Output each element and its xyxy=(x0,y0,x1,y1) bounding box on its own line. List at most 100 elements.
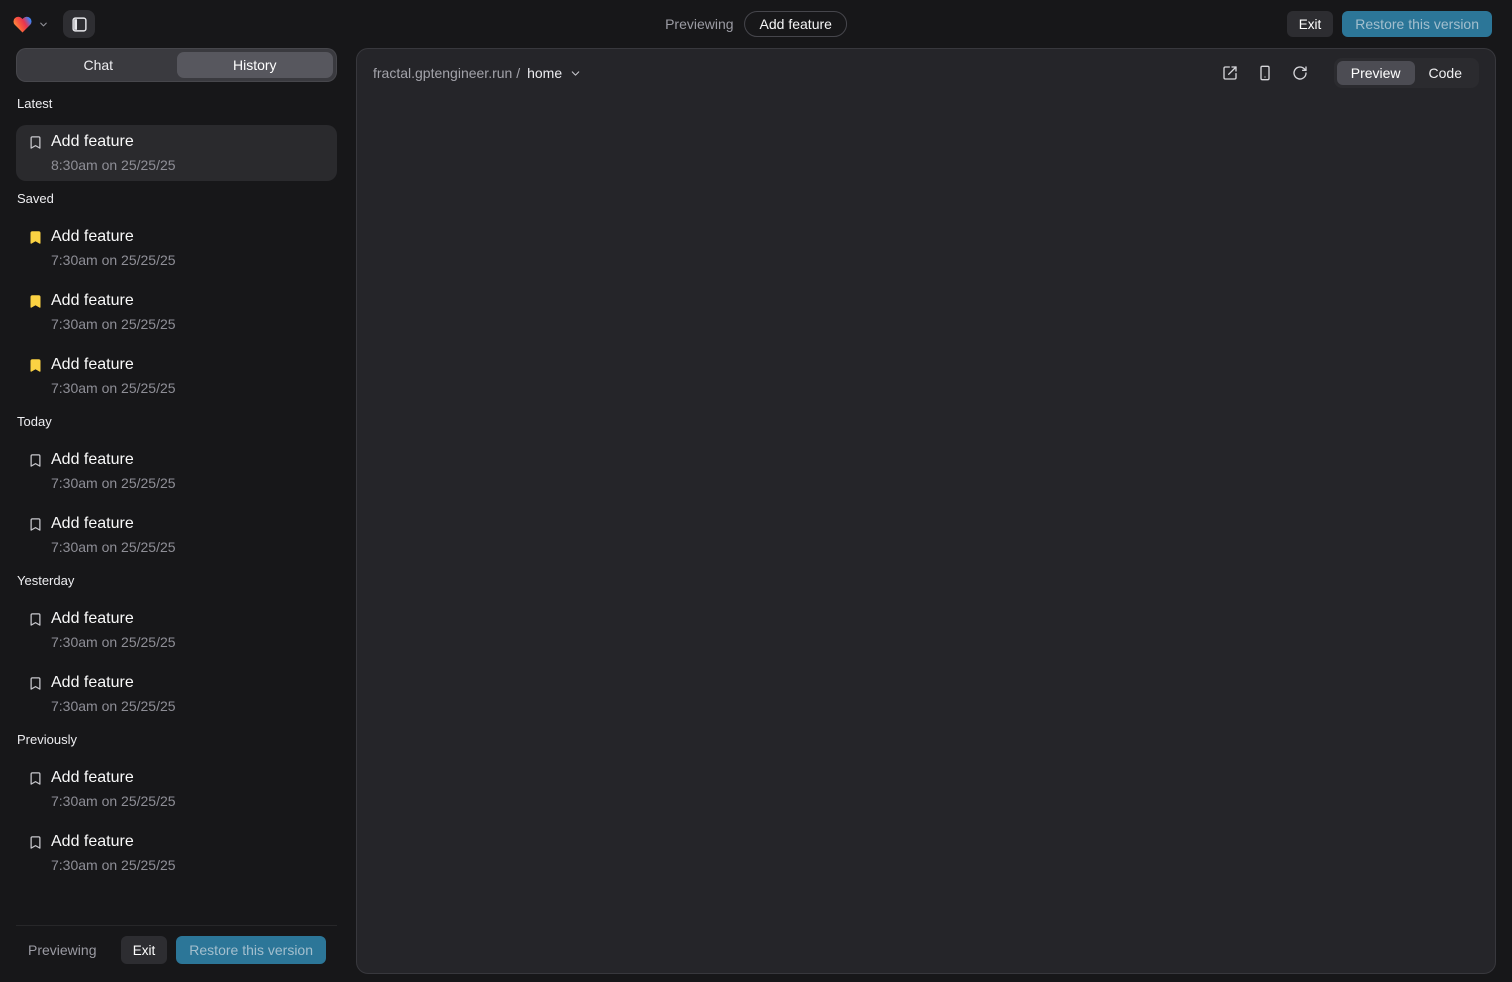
history-item-title: Add feature xyxy=(51,355,176,375)
mobile-view-button[interactable] xyxy=(1255,63,1275,83)
history-item-timestamp: 7:30am on 25/25/25 xyxy=(51,792,176,810)
history-item-timestamp: 7:30am on 25/25/25 xyxy=(51,633,176,651)
url-prefix: fractal.gptengineer.run / xyxy=(373,65,520,81)
history-item-title: Add feature xyxy=(51,514,176,534)
sidebar-toggle-button[interactable] xyxy=(63,10,95,38)
bookmark-icon xyxy=(28,358,43,373)
exit-button[interactable]: Exit xyxy=(121,936,168,964)
tab-preview[interactable]: Preview xyxy=(1337,61,1415,85)
history-item-title: Add feature xyxy=(51,832,176,852)
bookmark-icon xyxy=(28,453,43,468)
refresh-icon xyxy=(1292,65,1308,81)
section-title: Saved xyxy=(16,191,337,206)
history-item-timestamp: 7:30am on 25/25/25 xyxy=(51,315,176,333)
external-link-icon xyxy=(1222,65,1238,81)
history-item-body: Add feature 7:30am on 25/25/25 xyxy=(51,673,176,715)
history-section: SavedAdd feature7:30am on 25/25/25Add fe… xyxy=(16,191,337,404)
history-item-timestamp: 7:30am on 25/25/25 xyxy=(51,379,176,397)
history-item-timestamp: 7:30am on 25/25/25 xyxy=(51,856,176,874)
history-item[interactable]: Add feature 7:30am on 25/25/25 xyxy=(16,761,337,817)
history-section: YesterdayAdd feature7:30am on 25/25/25Ad… xyxy=(16,573,337,722)
app-logo-menu[interactable] xyxy=(12,15,49,34)
topbar-center: Previewing Add feature xyxy=(665,11,847,37)
tab-code[interactable]: Code xyxy=(1415,61,1476,85)
history-item-title: Add feature xyxy=(51,291,176,311)
previewing-label: Previewing xyxy=(665,16,733,32)
section-title: Yesterday xyxy=(16,573,337,588)
history-item-body: Add feature 7:30am on 25/25/25 xyxy=(51,514,176,556)
restore-version-button[interactable]: Restore this version xyxy=(1342,11,1492,37)
panel-left-icon xyxy=(71,16,88,33)
history-item[interactable]: Add feature 7:30am on 25/25/25 xyxy=(16,507,337,563)
history-item[interactable]: Add feature 7:30am on 25/25/25 xyxy=(16,284,337,340)
history-item-timestamp: 7:30am on 25/25/25 xyxy=(51,251,176,269)
footer-buttons: Exit Restore this version xyxy=(121,936,326,964)
section-title: Previously xyxy=(16,732,337,747)
preview-url-selector[interactable]: fractal.gptengineer.run / home xyxy=(373,65,582,81)
history-section: TodayAdd feature7:30am on 25/25/25Add fe… xyxy=(16,414,337,563)
section-title: Latest xyxy=(16,96,337,111)
bookmark-icon xyxy=(28,771,43,786)
tab-history[interactable]: History xyxy=(177,52,334,78)
chevron-down-icon xyxy=(38,19,49,30)
tab-chat[interactable]: Chat xyxy=(20,52,177,78)
topbar-left xyxy=(12,10,95,38)
history-item-body: Add feature 7:30am on 25/25/25 xyxy=(51,832,176,874)
content: Chat History Latest Add feature 8:30am on … xyxy=(0,48,1512,982)
history-item-title: Add feature xyxy=(51,609,176,629)
bookmark-icon xyxy=(28,135,43,150)
preview-header: fractal.gptengineer.run / home xyxy=(357,49,1495,97)
history-list: Latest Add feature 8:30am on 25/25/25 Saved… xyxy=(16,82,337,925)
bookmark-icon xyxy=(28,294,43,309)
history-item-timestamp: 7:30am on 25/25/25 xyxy=(51,697,176,715)
history-item-title: Add feature xyxy=(51,673,176,693)
topbar-right: Exit Restore this version xyxy=(1287,11,1492,37)
history-item-body: Add feature 7:30am on 25/25/25 xyxy=(51,355,176,397)
history-item-title: Add feature xyxy=(51,227,176,247)
bookmark-icon xyxy=(28,612,43,627)
topbar: Previewing Add feature Exit Restore this… xyxy=(0,0,1512,48)
version-badge: Add feature xyxy=(745,11,847,37)
restore-version-button[interactable]: Restore this version xyxy=(176,936,326,964)
history-item[interactable]: Add feature 7:30am on 25/25/25 xyxy=(16,348,337,404)
history-item-body: Add feature 8:30am on 25/25/25 xyxy=(51,132,176,174)
chevron-down-icon xyxy=(569,67,582,80)
history-item-body: Add feature 7:30am on 25/25/25 xyxy=(51,609,176,651)
history-item-body: Add feature 7:30am on 25/25/25 xyxy=(51,227,176,269)
history-item-timestamp: 7:30am on 25/25/25 xyxy=(51,474,176,492)
refresh-button[interactable] xyxy=(1290,63,1310,83)
section-title: Today xyxy=(16,414,337,429)
history-item-timestamp: 8:30am on 25/25/25 xyxy=(51,156,176,174)
heart-gradient-icon xyxy=(12,15,33,34)
sidebar-tabs: Chat History xyxy=(16,48,337,82)
sidebar: Chat History Latest Add feature 8:30am on … xyxy=(16,48,337,974)
history-item[interactable]: Add feature 7:30am on 25/25/25 xyxy=(16,602,337,658)
view-mode-toggle: Preview Code xyxy=(1334,58,1479,88)
history-item-title: Add feature xyxy=(51,132,176,152)
preview-actions: Preview Code xyxy=(1220,58,1479,88)
history-item[interactable]: Add feature 8:30am on 25/25/25 xyxy=(16,125,337,181)
history-item[interactable]: Add feature 7:30am on 25/25/25 xyxy=(16,220,337,276)
open-external-button[interactable] xyxy=(1220,63,1240,83)
url-page: home xyxy=(527,65,562,81)
history-section: Latest Add feature 8:30am on 25/25/25 xyxy=(16,96,337,181)
bookmark-icon xyxy=(28,676,43,691)
preview-content xyxy=(357,97,1495,973)
sidebar-footer: Previewing Exit Restore this version xyxy=(16,925,337,974)
history-item-body: Add feature 7:30am on 25/25/25 xyxy=(51,291,176,333)
bookmark-icon xyxy=(28,835,43,850)
history-section: PreviouslyAdd feature7:30am on 25/25/25A… xyxy=(16,732,337,881)
history-item-title: Add feature xyxy=(51,768,176,788)
history-item-title: Add feature xyxy=(51,450,176,470)
history-item[interactable]: Add feature 7:30am on 25/25/25 xyxy=(16,825,337,881)
previewing-label: Previewing xyxy=(28,942,96,958)
exit-button[interactable]: Exit xyxy=(1287,11,1334,37)
bookmark-icon xyxy=(28,230,43,245)
bookmark-icon xyxy=(28,517,43,532)
history-item[interactable]: Add feature 7:30am on 25/25/25 xyxy=(16,666,337,722)
history-item-timestamp: 7:30am on 25/25/25 xyxy=(51,538,176,556)
smartphone-icon xyxy=(1257,65,1273,81)
history-item-body: Add feature 7:30am on 25/25/25 xyxy=(51,768,176,810)
history-item[interactable]: Add feature 7:30am on 25/25/25 xyxy=(16,443,337,499)
history-item-body: Add feature 7:30am on 25/25/25 xyxy=(51,450,176,492)
